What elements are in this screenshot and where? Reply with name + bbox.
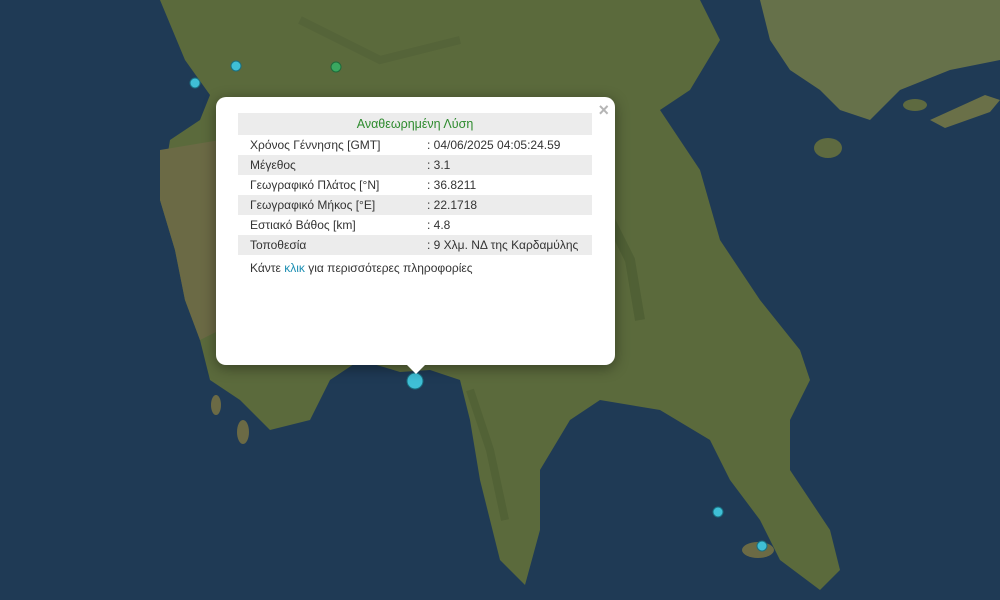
depth-value: : 4.8 xyxy=(427,218,451,232)
latitude-label: Γεωγραφικό Πλάτος [°N] xyxy=(250,178,380,192)
earthquake-marker[interactable] xyxy=(189,77,201,89)
more-info-text: Κάντε κλικ για περισσότερες πληροφορίες xyxy=(238,255,593,275)
earthquake-info-table: Αναθεωρημένη Λύση Χρόνος Γέννησης [GMT] … xyxy=(238,113,592,255)
location-value: : 9 Χλμ. ΝΔ της Καρδαμύλης xyxy=(415,235,592,255)
more-info-link[interactable]: κλικ xyxy=(284,261,305,275)
island xyxy=(237,420,249,444)
table-row: Εστιακό Βάθος [km] : 4.8 xyxy=(238,215,592,235)
table-row: Γεωγραφικό Πλάτος [°N] : 36.8211 xyxy=(238,175,592,195)
earthquake-marker[interactable] xyxy=(330,61,342,73)
island xyxy=(211,395,221,415)
island xyxy=(903,99,927,111)
longitude-value: : 22.1718 xyxy=(415,195,592,215)
depth-label: Εστιακό Βάθος [km] xyxy=(250,218,356,232)
earthquake-marker[interactable] xyxy=(712,506,724,518)
table-row: Γεωγραφικό Μήκος [°E] : 22.1718 xyxy=(238,195,592,215)
popup-pointer xyxy=(406,364,426,374)
close-icon[interactable]: × xyxy=(598,101,609,119)
latitude-value: : 36.8211 xyxy=(427,178,477,192)
island xyxy=(814,138,842,158)
table-row: Μέγεθος : 3.1 xyxy=(238,155,592,175)
magnitude-label: Μέγεθος xyxy=(238,155,415,175)
origin-time-label: Χρόνος Γέννησης [GMT] xyxy=(250,138,381,152)
popup-title-row: Αναθεωρημένη Λύση xyxy=(238,113,592,135)
table-row: Χρόνος Γέννησης [GMT] : 04/06/2025 04:05… xyxy=(238,135,592,155)
more-info-suffix: για περισσότερες πληροφορίες xyxy=(304,261,473,275)
earthquake-marker[interactable] xyxy=(230,60,242,72)
popup-title: Αναθεωρημένη Λύση xyxy=(238,113,592,135)
table-row: Τοποθεσία : 9 Χλμ. ΝΔ της Καρδαμύλης xyxy=(238,235,592,255)
earthquake-marker[interactable] xyxy=(756,540,768,552)
longitude-label: Γεωγραφικό Μήκος [°E] xyxy=(238,195,415,215)
location-label: Τοποθεσία xyxy=(238,235,415,255)
more-info-prefix: Κάντε xyxy=(250,261,285,275)
magnitude-value: : 3.1 xyxy=(415,155,592,175)
earthquake-info-popup: × Αναθεωρημένη Λύση Χρόνος Γέννησης [GMT… xyxy=(216,97,615,365)
origin-time-value: : 04/06/2025 04:05:24.59 xyxy=(427,138,561,152)
selected-earthquake-marker[interactable] xyxy=(406,372,424,390)
